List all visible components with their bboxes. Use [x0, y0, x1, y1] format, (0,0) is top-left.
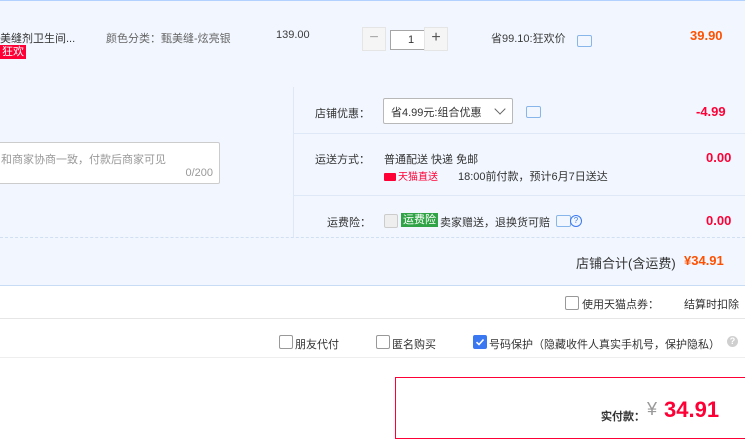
- buyer-message-input[interactable]: 和商家协商一致，付款后商家可见 0/200: [0, 142, 220, 184]
- item-attribute: 颜色分类：甄美缝-炫亮银: [106, 33, 231, 45]
- help-icon[interactable]: ?: [727, 336, 738, 347]
- shop-total-label: 店铺合计(含运费): [576, 256, 676, 271]
- check-icon: [475, 338, 485, 346]
- tmall-express-logo: 天猫直送: [384, 168, 438, 183]
- points-checkbox[interactable]: [565, 296, 579, 310]
- points-note: 结算时扣除: [684, 299, 739, 311]
- tmall-icon: [384, 173, 396, 182]
- currency-symbol: ¥: [647, 399, 658, 419]
- insurance-amount: 0.00: [706, 213, 732, 228]
- shipping-label: 运送方式：: [315, 154, 370, 166]
- chat-icon[interactable]: [577, 35, 592, 47]
- help-icon[interactable]: ?: [570, 215, 582, 227]
- insurance-text: 卖家赠送，退换货可赔: [440, 217, 550, 229]
- shop-discount-label: 店铺优惠：: [315, 108, 370, 120]
- item-price: 139.00: [276, 29, 310, 41]
- quantity-increase-button[interactable]: +: [424, 27, 448, 51]
- privacy-label: 号码保护（隐藏收件人真实手机号，保护隐私）: [489, 339, 720, 351]
- message-placeholder: 和商家协商一致，付款后商家可见: [1, 154, 166, 166]
- divider: [0, 318, 745, 319]
- chat-icon[interactable]: [556, 215, 571, 227]
- shipping-method: 普通配送 快递 免邮: [384, 154, 479, 166]
- payment-summary-box: 实付款： ¥ 34.91: [395, 377, 745, 439]
- saving-text: 省99.10:狂欢价: [491, 33, 566, 45]
- friend-pay-label: 朋友代付: [295, 339, 339, 351]
- payment-amount: 34.91: [664, 397, 720, 422]
- divider: [0, 357, 745, 358]
- shipping-amount: 0.00: [706, 150, 732, 165]
- delivery-note: 18:00前付款，预计6月7日送达: [458, 171, 608, 183]
- points-label: 使用天猫点券：: [582, 299, 659, 311]
- privacy-checkbox[interactable]: [473, 335, 487, 349]
- message-counter: 0/200: [185, 167, 213, 179]
- item-subtotal: 39.90: [690, 28, 723, 43]
- divider: [0, 237, 745, 238]
- shop-discount-selected: 省4.99元:组合优惠: [391, 107, 482, 119]
- shop-total-amount: ¥34.91: [684, 253, 724, 268]
- anonymous-label: 匿名购买: [392, 339, 436, 351]
- quantity-decrease-button[interactable]: −: [362, 27, 386, 51]
- divider: [294, 195, 745, 196]
- anonymous-checkbox[interactable]: [376, 335, 390, 349]
- chat-icon[interactable]: [526, 106, 541, 118]
- friend-pay-checkbox[interactable]: [279, 335, 293, 349]
- divider: [293, 87, 294, 237]
- insurance-tag: 运费险: [401, 213, 438, 227]
- payment-label: 实付款：: [601, 411, 645, 423]
- divider: [294, 133, 745, 134]
- shop-discount-amount: -4.99: [696, 104, 726, 119]
- insurance-label: 运费险：: [327, 217, 371, 229]
- shop-discount-select[interactable]: 省4.99元:组合优惠: [383, 98, 513, 124]
- chevron-down-icon: [494, 103, 506, 115]
- item-title[interactable]: 美缝剂卫生间...: [0, 30, 75, 46]
- promo-tag: 狂欢: [0, 45, 26, 59]
- insurance-checkbox[interactable]: [384, 214, 398, 228]
